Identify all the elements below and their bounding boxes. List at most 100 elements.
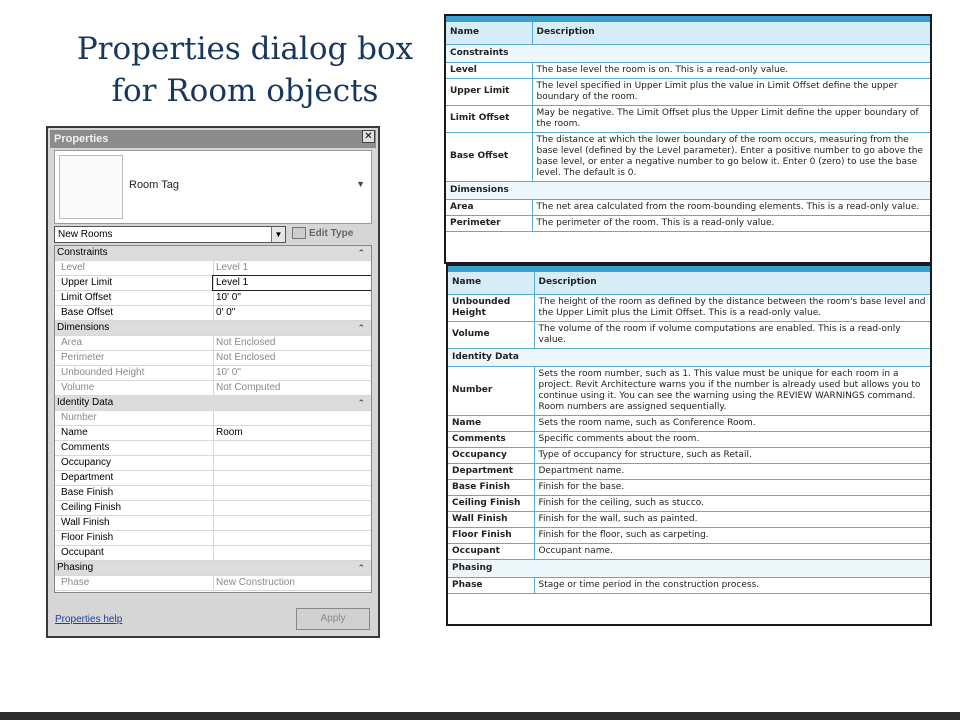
property-name: Phase [61,577,90,588]
property-row[interactable]: Department [55,471,371,486]
type-selector[interactable]: Room Tag ▼ [54,150,372,224]
reference-table-2: Name Description Unbounded Height The heigh… [446,264,932,626]
property-name: Ceiling Finish [61,502,122,513]
collapse-icon[interactable]: ⌃ [357,321,365,335]
property-value[interactable] [213,456,371,470]
dialog-title: Properties [50,130,376,148]
parameter-name: Base Finish [448,479,535,496]
apply-button[interactable]: Apply [296,608,370,630]
edit-type-button[interactable]: Edit Type [292,225,353,243]
property-value[interactable]: 0' 0" [213,306,371,320]
table-row: Base Finish Finish for the base. [448,479,930,496]
property-name: Floor Finish [61,532,114,543]
collapse-icon[interactable]: ⌃ [357,396,365,410]
parameter-name: Base Offset [446,132,533,182]
table-row: Comments Specific comments about the room… [448,431,930,448]
property-name: Perimeter [61,352,105,363]
property-group-header[interactable]: Dimensions ⌃ [55,321,371,336]
property-value[interactable] [213,516,371,530]
table-section-row: Dimensions [446,181,930,200]
property-group-header[interactable]: Constraints ⌃ [55,246,371,261]
property-value[interactable]: Room [213,426,371,440]
property-row[interactable]: Level Level 1 [55,261,371,276]
property-row[interactable]: Wall Finish [55,516,371,531]
parameter-description: The level specified in Upper Limit plus … [532,78,930,106]
table-row: Occupancy Type of occupancy for structure… [448,447,930,464]
property-value: Not Enclosed [213,351,371,365]
properties-dialog: Properties ✕ Room Tag ▼ New Rooms ▼ Edit… [46,126,380,638]
property-row[interactable]: Floor Finish [55,531,371,546]
bottom-strip [0,712,960,720]
close-icon[interactable]: ✕ [362,130,375,143]
property-row[interactable]: Limit Offset 10' 0" [55,291,371,306]
property-row[interactable]: Occupancy [55,456,371,471]
table-1: Name Description Constraints Level The base … [446,22,930,232]
property-value: Not Computed [213,381,371,395]
properties-help-link[interactable]: Properties help [55,614,122,625]
property-value[interactable] [213,441,371,455]
property-row[interactable]: Occupant [55,546,371,561]
property-name: Volume [61,382,95,393]
property-row[interactable]: Phase New Construction [55,576,371,591]
table-row: Wall Finish Finish for the wall, such as … [448,511,930,528]
property-name: Comments [61,442,110,453]
parameter-name: Name [448,415,535,432]
group-label: Constraints [57,247,108,258]
table-header-row: Name Description [448,272,930,295]
property-group-header[interactable]: Identity Data ⌃ [55,396,371,411]
property-row[interactable]: Name Room [55,426,371,441]
dropdown-arrow-icon[interactable]: ▼ [271,227,285,242]
property-value[interactable]: Level 1 [212,275,371,291]
group-label: Phasing [57,562,94,573]
parameter-description: Stage or time period in the construction… [534,577,930,594]
group-label: Dimensions [57,322,110,333]
property-row[interactable]: Volume Not Computed [55,381,371,396]
table-row: Name Sets the room name, such as Conferen… [448,415,930,432]
section-label: Phasing [448,559,930,578]
parameter-name: Department [448,463,535,480]
collapse-icon[interactable]: ⌃ [357,561,365,575]
chevron-down-icon[interactable]: ▼ [356,179,365,189]
property-value[interactable] [213,486,371,500]
property-value[interactable] [213,471,371,485]
property-name: Name [61,427,88,438]
property-row[interactable]: Perimeter Not Enclosed [55,351,371,366]
property-name: Occupancy [61,457,112,468]
collapse-icon[interactable]: ⌃ [357,246,365,260]
property-group-header[interactable]: Phasing ⌃ [55,561,371,576]
header-description: Description [532,22,930,45]
header-name: Name [448,272,535,295]
property-row[interactable]: Area Not Enclosed [55,336,371,351]
property-row[interactable]: Unbounded Height 10' 0" [55,366,371,381]
type-name: Room Tag [129,179,179,191]
table-row: Department Department name. [448,463,930,480]
parameter-description: Finish for the floor, such as carpeting. [534,527,930,544]
edit-type-label: Edit Type [309,228,354,239]
property-row[interactable]: Number [55,411,371,426]
property-value[interactable] [213,531,371,545]
property-row[interactable]: Comments [55,441,371,456]
property-value[interactable] [213,501,371,515]
parameter-name: Perimeter [446,215,533,232]
property-row[interactable]: Ceiling Finish [55,501,371,516]
table-row: Volume The volume of the room if volume c… [448,321,930,349]
property-name: Level [61,262,85,273]
table-row: Upper Limit The level specified in Upper … [446,78,930,106]
instance-filter-dropdown[interactable]: New Rooms ▼ [54,226,286,243]
parameter-description: The height of the room as defined by the… [534,294,930,322]
property-row[interactable]: Base Offset 0' 0" [55,306,371,321]
property-row[interactable]: Upper Limit Level 1 [55,275,371,291]
table-section-row: Identity Data [448,348,930,367]
table-header-row: Name Description [446,22,930,45]
parameter-name: Occupancy [448,447,535,464]
property-value[interactable] [213,546,371,560]
property-row[interactable]: Base Finish [55,486,371,501]
property-value[interactable]: 10' 0" [213,291,371,305]
property-name: Base Offset [61,307,114,318]
property-name: Limit Offset [61,292,112,303]
parameter-description: Finish for the ceiling, such as stucco. [534,495,930,512]
property-value: Not Enclosed [213,336,371,350]
parameter-name: Unbounded Height [448,294,535,322]
parameter-description: Specific comments about the room. [534,431,930,448]
section-label: Constraints [446,44,930,63]
